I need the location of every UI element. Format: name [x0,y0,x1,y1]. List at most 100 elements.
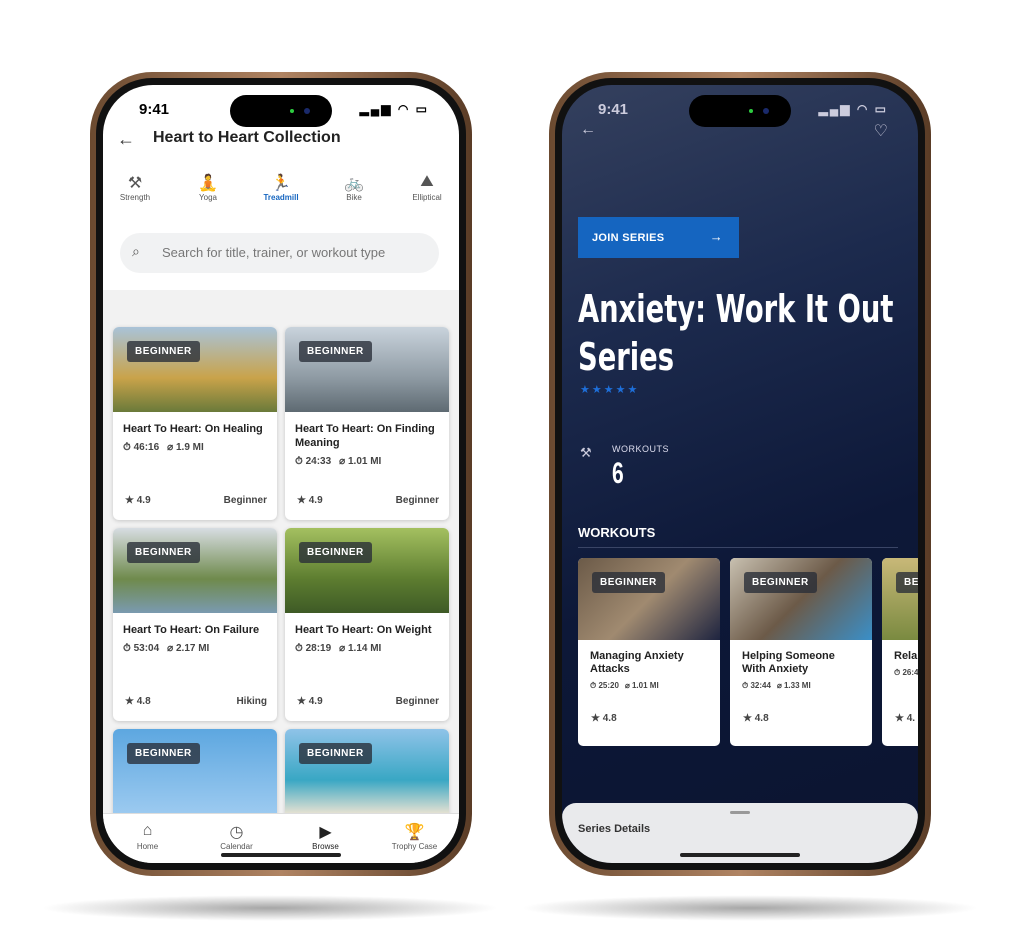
nav-home[interactable]: ⌂ Home [118,822,178,863]
difficulty-badge: BEGINNER [127,542,200,563]
rating-value: 4.9 [308,495,323,506]
workout-meta: ⏱ 46:16 ⌀ 1.9 MI [113,436,277,453]
workout-card[interactable]: BEGINNER Heart To Heart: On Finding Meani… [285,327,449,520]
timer-icon: ⏱ [295,643,306,654]
distance-icon: ⌀ [167,643,176,654]
workout-meta: ⏱ 32:44 ⌀ 1.33 MI [730,676,872,691]
distance: 1.14 MI [347,643,382,654]
star-icon: ★ [743,713,755,724]
workout-card[interactable]: BEGINNER Helping Someone With Anxiety ⏱ 32… [730,558,872,746]
nav-label: Home [136,842,159,851]
timer-icon: ⏱ [123,442,134,453]
difficulty-badge: BEGINNER [127,743,200,764]
divider [578,547,898,548]
workout-tag: Beginner [395,696,439,707]
workout-meta: ⏱ 24:33 ⌀ 1.01 MI [285,450,449,467]
workouts-stat-value: 6 [612,457,624,490]
workout-meta: ⏱ 53:04 ⌀ 2.17 MI [113,637,277,654]
series-screen: 9:41 ▂▄▆ ◠ ▭ ← ♡ JOIN SERIES → Anxiety: Wo… [562,85,918,863]
nav-label: Calendar [220,842,253,851]
section-title: WORKOUTS [578,525,656,540]
tab-yoga[interactable]: 🧘 Yoga [178,173,238,202]
difficulty-badge: BEGINNER [299,341,372,362]
arrow-right-icon: → [709,229,723,244]
duration: 32:44 [750,681,771,690]
dumbbell-icon: ⚒ [127,175,143,192]
star-icon: ★ [591,713,603,724]
sheet-handle[interactable] [730,811,750,814]
join-series-button[interactable]: JOIN SERIES → [578,217,739,258]
workout-thumbnail: BEGINNER [113,327,277,412]
rating-value: 4.8 [754,713,769,724]
workout-card[interactable]: BEGINNER Heart To Heart: On Weight ⏱ 28:19… [285,528,449,721]
calendar-icon: ◷ [229,824,244,841]
rating-value: 4.8 [136,696,151,707]
tab-strength[interactable]: ⚒ Strength [105,173,165,202]
difficulty-badge: BEGINNER [299,743,372,764]
rating-value: 4.9 [136,495,151,506]
workout-footer: ★ 4.9 Beginner [297,696,439,707]
collection-screen: 9:41 ▂▄▆ ◠ ▭ ← Heart to Heart Collection … [103,85,459,863]
tab-bike[interactable]: 🚲 Bike [324,173,384,202]
workout-tag: Beginner [395,495,439,506]
rating: ★ 4.8 [743,713,769,724]
workout-card[interactable]: BEG Rela Anxi⏱ 26:4 ★ 4. [882,558,918,746]
page-title: Heart to Heart Collection [153,129,341,146]
distance: 1.33 MI [783,681,811,690]
workout-card[interactable]: BEGINNER [285,729,449,813]
star-icon: ★ [125,495,137,506]
rating: ★ 4. [895,713,915,724]
distance-icon: ⌀ [624,681,632,690]
workout-title: Helping Someone With Anxiety [742,650,835,675]
dynamic-island [689,95,791,127]
search-input[interactable]: ⌕ Search for title, trainer, or workout t… [120,233,439,273]
workout-tag: Beginner [223,495,267,506]
workout-thumbnail: BEGINNER [285,528,449,613]
star-icon: ★ [125,696,137,707]
tab-label: Elliptical [412,193,442,202]
tab-elliptical[interactable]: ⛰ Elliptical [397,173,457,202]
duration: 25:20 [598,681,619,690]
back-button[interactable]: ← [580,121,596,139]
duration: 28:19 [305,643,332,654]
rating-value: 4.8 [602,713,617,724]
phone-right: 9:41 ▂▄▆ ◠ ▭ ← ♡ JOIN SERIES → Anxiety: Wo… [549,72,931,876]
nav-trophy-case[interactable]: 🏆 Trophy Case [385,822,445,863]
signal-wifi-battery-icon: ▂▄▆ ◠ ▭ [359,102,429,116]
workout-thumbnail: BEG [882,558,918,640]
nav-label: Trophy Case [391,842,438,851]
back-button[interactable]: ← [117,129,135,150]
series-title: Anxiety: Work It Out Series [578,287,894,379]
workout-meta: ⏱ 28:19 ⌀ 1.14 MI [285,637,449,654]
workout-card[interactable]: BEGINNER Managing Anxiety Attacks ⏱ 25:20 ⌀… [578,558,720,746]
search-icon: ⌕ [132,243,140,259]
tab-treadmill[interactable]: 🏃 Treadmill [251,173,311,202]
workout-thumbnail: BEGINNER [285,729,449,813]
workout-title: Managing Anxiety Attacks [590,650,684,675]
rating-stars: ★★★★★ [580,384,640,396]
workout-card[interactable]: BEGINNER [113,729,277,813]
difficulty-badge: BEGINNER [744,572,817,593]
workout-card[interactable]: BEGINNER Heart To Heart: On Healing ⏱ 46:1… [113,327,277,520]
workout-card[interactable]: BEGINNER Heart To Heart: On Failure ⏱ 53:0… [113,528,277,721]
phone-shadow [40,895,500,921]
phone-shadow [520,895,980,921]
difficulty-badge: BEGINNER [592,572,665,593]
difficulty-badge: BEG [896,572,918,593]
star-icon: ★ [297,495,309,506]
rating: ★ 4.9 [125,495,151,506]
signal-wifi-battery-icon: ▂▄▆ ◠ ▭ [818,102,888,116]
home-indicator [680,853,800,857]
rating: ★ 4.8 [125,696,151,707]
heart-icon[interactable]: ♡ [874,121,888,141]
workout-title: Rela Anxi [894,650,918,662]
difficulty-badge: BEGINNER [127,341,200,362]
workout-thumbnail: BEGINNER [113,729,277,813]
star-icon: ★ [297,696,309,707]
dynamic-island [230,95,332,127]
workout-title: Heart To Heart: On Healing [123,423,263,435]
rating-value: 4.9 [308,696,323,707]
duration: 46:16 [133,442,160,453]
workout-title: Heart To Heart: On Weight [295,624,432,636]
trophy-case-icon: 🏆 [404,824,425,841]
